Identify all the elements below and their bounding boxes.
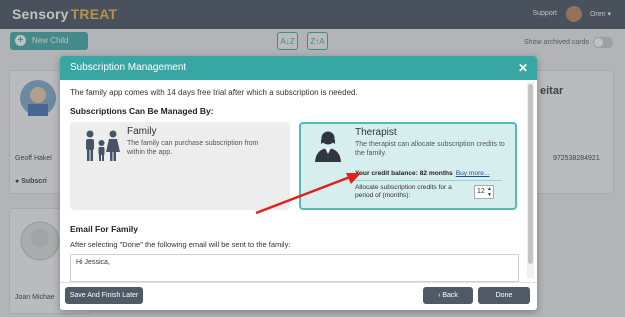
allocate-credits-label: Allocate subscription credits for a peri… — [355, 184, 452, 199]
email-body-textarea[interactable]: Hi Jessica, — [70, 254, 519, 282]
email-heading: Email For Family — [70, 224, 139, 234]
done-button[interactable]: Done — [478, 287, 530, 304]
modal-header: Subscription Management ✕ — [60, 56, 537, 80]
modal-scrollbar[interactable] — [527, 82, 534, 278]
annotation-arrow-icon — [255, 173, 361, 215]
email-note: After selecting "Done" the following ema… — [70, 240, 291, 249]
therapist-option-title: Therapist — [355, 127, 397, 138]
buy-more-link[interactable]: Buy more... — [456, 170, 490, 177]
modal-title: Subscription Management — [70, 62, 187, 73]
months-stepper[interactable]: 12 ▲ ▼ — [474, 185, 494, 199]
divider — [355, 180, 502, 181]
stepper-arrows-icon[interactable]: ▲ ▼ — [487, 186, 492, 198]
modal-footer: Save And Finish Later ‹ Back Done — [60, 282, 537, 310]
managed-by-heading: Subscriptions Can Be Managed By: — [70, 106, 214, 116]
trial-intro: The family app comes with 14 days free t… — [70, 88, 358, 97]
close-icon[interactable]: ✕ — [518, 61, 528, 75]
therapist-option-description: The therapist can allocate subscription … — [355, 141, 505, 157]
therapist-icon — [315, 131, 341, 162]
credit-balance: Your credit balance: 82 months Buy more..… — [355, 170, 489, 177]
scrollbar-thumb[interactable] — [528, 84, 533, 264]
back-button[interactable]: ‹ Back — [423, 287, 473, 304]
family-option-title: Family — [127, 126, 157, 137]
save-and-finish-later-button[interactable]: Save And Finish Later — [65, 287, 143, 304]
months-value: 12 — [477, 188, 485, 195]
family-icon — [86, 130, 120, 161]
credit-balance-text: Your credit balance: 82 months — [355, 170, 453, 177]
family-option-description: The family can purchase subscription fro… — [127, 140, 259, 156]
email-body-text: Hi Jessica, — [76, 259, 110, 266]
